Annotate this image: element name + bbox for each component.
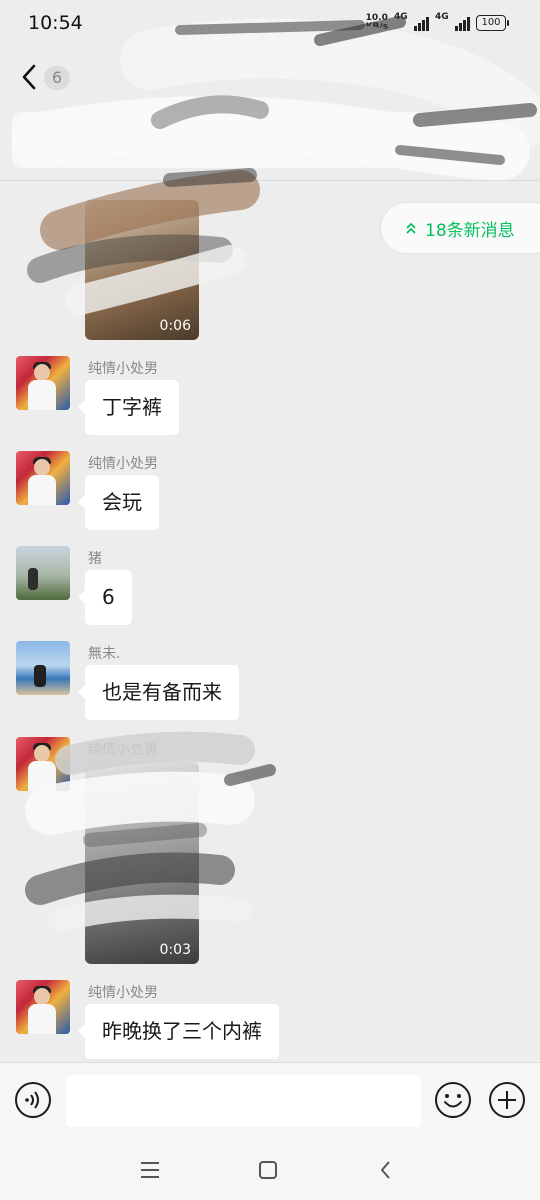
- pinned-notice-panel[interactable]: [12, 112, 528, 168]
- message-row: 纯情小处男 昨晚换了三个内裤: [0, 980, 540, 1064]
- new-messages-label: 18条新消息: [425, 220, 515, 241]
- sender-name: 纯情小处男: [88, 361, 158, 377]
- avatar[interactable]: [16, 451, 70, 505]
- sender-name: 無未.: [88, 646, 121, 662]
- avatar[interactable]: [16, 980, 70, 1034]
- message-bubble[interactable]: 丁字裤: [78, 380, 179, 435]
- sender-name: 猪: [88, 551, 102, 567]
- battery-level: 100: [481, 17, 501, 28]
- voice-icon[interactable]: [14, 1081, 52, 1119]
- network-speed: 10.0 KB/s: [366, 14, 388, 32]
- sender-name: 纯情小处男: [88, 742, 158, 758]
- message-row: 無未. 也是有备而来: [0, 641, 540, 725]
- back-icon[interactable]: [374, 1158, 398, 1182]
- message-row: 纯情小处男 会玩: [0, 451, 540, 535]
- signal-icon: 4G: [394, 12, 429, 31]
- message-row: 猪 6: [0, 546, 540, 630]
- plus-icon[interactable]: [488, 1081, 526, 1119]
- status-time: 10:54: [28, 12, 83, 34]
- video-duration: 0:03: [159, 942, 191, 958]
- video-duration: 0:06: [159, 318, 191, 334]
- chevron-left-icon[interactable]: [18, 62, 42, 92]
- avatar[interactable]: [16, 356, 70, 410]
- message-row: 纯情小处男 0:03: [0, 737, 540, 967]
- sender-name: 纯情小处男: [88, 985, 158, 1001]
- emoji-icon[interactable]: [434, 1081, 472, 1119]
- message-bubble[interactable]: 会玩: [78, 475, 159, 530]
- status-bar: 10:54 10.0 KB/s 4G 4G 100: [0, 0, 540, 48]
- menu-icon[interactable]: [138, 1158, 162, 1182]
- signal-label: 4G: [394, 12, 408, 22]
- message-bubble[interactable]: 昨晚换了三个内裤: [78, 1004, 279, 1059]
- video-message[interactable]: 0:06: [85, 200, 199, 340]
- divider: [0, 180, 540, 181]
- avatar[interactable]: [16, 641, 70, 695]
- message-row: 纯情小处男 丁字裤: [0, 356, 540, 440]
- home-icon[interactable]: [256, 1158, 280, 1182]
- double-chevron-up-icon: [406, 222, 416, 234]
- video-message[interactable]: 0:03: [85, 762, 199, 964]
- input-bar: [0, 1062, 540, 1142]
- signal-icon: 4G: [435, 12, 470, 31]
- avatar[interactable]: [16, 546, 70, 600]
- message-input[interactable]: [66, 1075, 421, 1127]
- system-nav-bar: [0, 1142, 540, 1200]
- avatar[interactable]: [16, 737, 70, 791]
- signal-label: 4G: [435, 12, 449, 22]
- message-bubble[interactable]: 也是有备而来: [78, 665, 239, 720]
- message-bubble[interactable]: 6: [78, 570, 132, 625]
- network-speed-unit: KB/s: [365, 22, 388, 32]
- chat-title: 6: [44, 66, 70, 90]
- title-bar: 6: [0, 48, 540, 108]
- battery-icon: 100: [476, 15, 509, 31]
- new-messages-button[interactable]: 18条新消息: [380, 202, 540, 254]
- status-indicators: 10.0 KB/s 4G 4G 100: [366, 12, 509, 32]
- sender-name: 纯情小处男: [88, 456, 158, 472]
